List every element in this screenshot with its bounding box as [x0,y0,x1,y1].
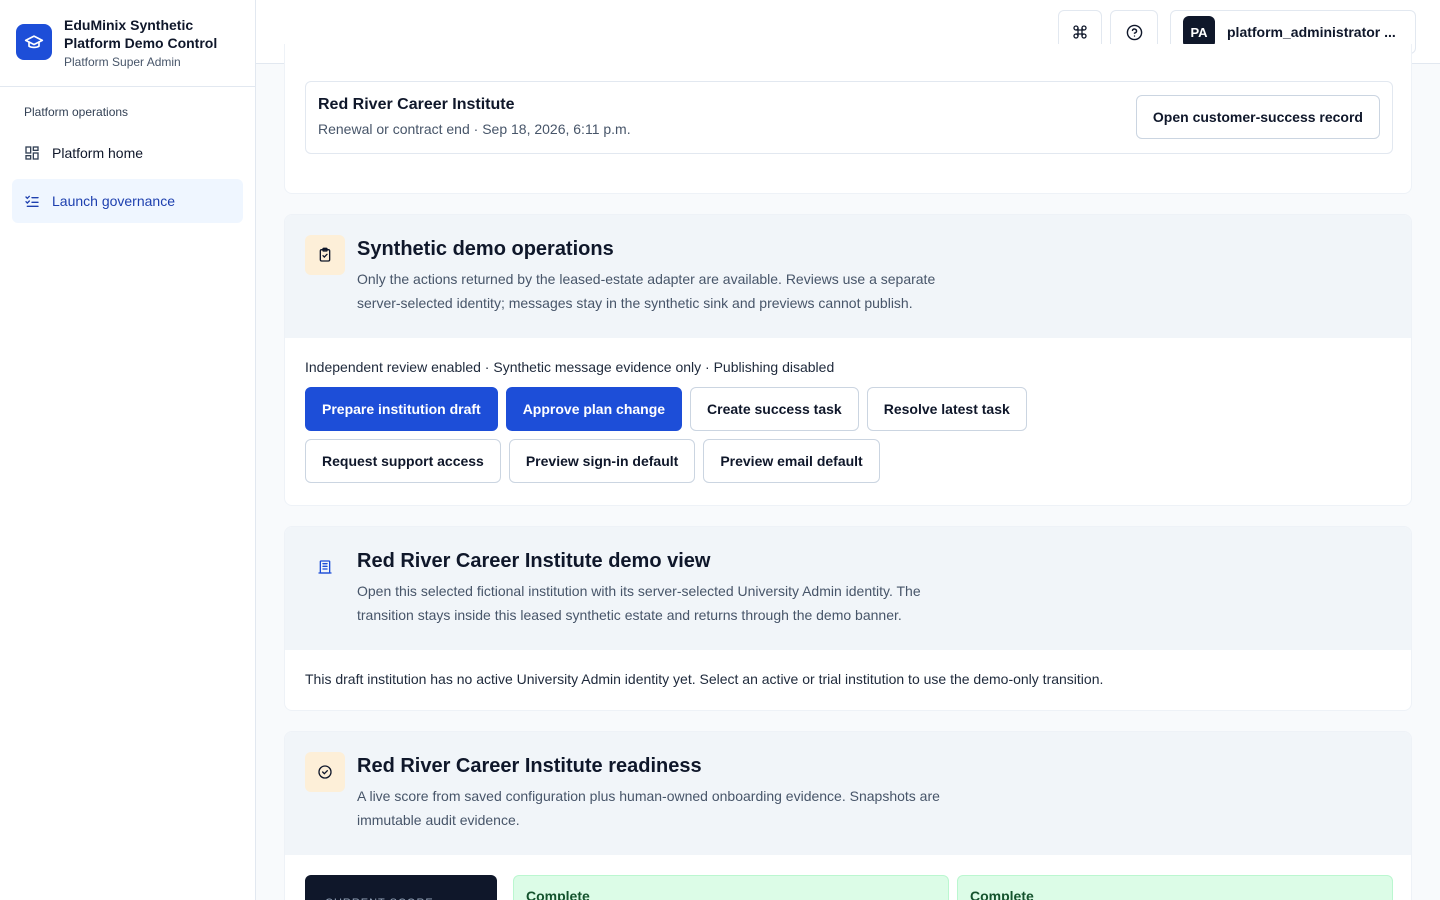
record-meta: Renewal or contract end · Sep 18, 2026, … [318,121,631,137]
preview-sign-in-default-button[interactable]: Preview sign-in default [508,439,696,483]
preview-email-default-button[interactable]: Preview email default [703,439,880,483]
card-description: Only the actions returned by the leased-… [357,271,936,311]
status-line: Independent review enabled · Synthetic m… [305,359,835,375]
brand-title: EduMinix Synthetic Platform Demo Control [64,17,218,51]
nav-section-heading: Platform operations [24,105,129,119]
current-score-card: CURRENT SCORE [305,875,497,900]
notice-text: This draft institution has no active Uni… [305,671,1104,687]
grid-icon [25,146,39,160]
user-name: platform_administrator ... [1227,24,1396,40]
resolve-latest-task-button[interactable]: Resolve latest task [866,387,1027,431]
sidebar-item-launch-governance[interactable]: Launch governance [12,179,243,223]
card-header: Synthetic demo operations Only the actio… [285,215,1411,338]
card-title: Synthetic demo operations [357,238,614,260]
customer-record-card: Red River Career Institute Renewal or co… [284,44,1412,194]
sidebar: EduMinix Synthetic Platform Demo Control… [0,0,256,900]
demo-view-card: Red River Career Institute demo view Ope… [284,526,1412,711]
sidebar-item-label: Launch governance [52,193,175,209]
record-box: Red River Career Institute Renewal or co… [305,81,1393,154]
card-description: A live score from saved configuration pl… [357,788,940,828]
readiness-card: Red River Career Institute readiness A l… [284,731,1412,900]
brand-subtitle: Platform Super Admin [64,55,181,69]
checklist-icon [25,195,39,207]
card-body: This draft institution has no active Uni… [285,650,1411,707]
brand-header: EduMinix Synthetic Platform Demo Control… [0,0,255,87]
card-header: Red River Career Institute demo view Ope… [285,527,1411,650]
approve-plan-change-button[interactable]: Approve plan change [505,387,683,431]
sidebar-nav: Platform operations Platform home Launch… [0,87,255,223]
command-icon [1073,25,1087,39]
badge-check-icon [305,752,345,792]
clipboard-check-icon [305,235,345,275]
sidebar-item-label: Platform home [52,145,144,161]
card-description: Open this selected fictional institution… [357,583,921,623]
record-name: Red River Career Institute [318,96,515,113]
card-header: Red River Career Institute readiness A l… [285,732,1411,855]
help-circle-icon [1126,24,1142,40]
create-success-task-button[interactable]: Create success task [690,387,859,431]
complete-card: Complete [513,875,949,900]
synthetic-demo-operations-card: Synthetic demo operations Only the actio… [284,214,1412,506]
card-title: Red River Career Institute demo view [357,550,711,572]
open-customer-success-record-button[interactable]: Open customer-success record [1135,95,1380,139]
sidebar-item-platform-home[interactable]: Platform home [12,131,243,175]
card-body: Independent review enabled · Synthetic m… [285,338,1411,503]
request-support-access-button[interactable]: Request support access [305,439,501,483]
action-buttons: Prepare institution draft Approve plan c… [305,387,1225,483]
complete-card: Complete [957,875,1393,900]
building-icon [305,547,345,587]
card-title: Red River Career Institute readiness [357,755,702,777]
graduation-cap-icon [16,24,52,60]
prepare-institution-draft-button[interactable]: Prepare institution draft [305,387,498,431]
